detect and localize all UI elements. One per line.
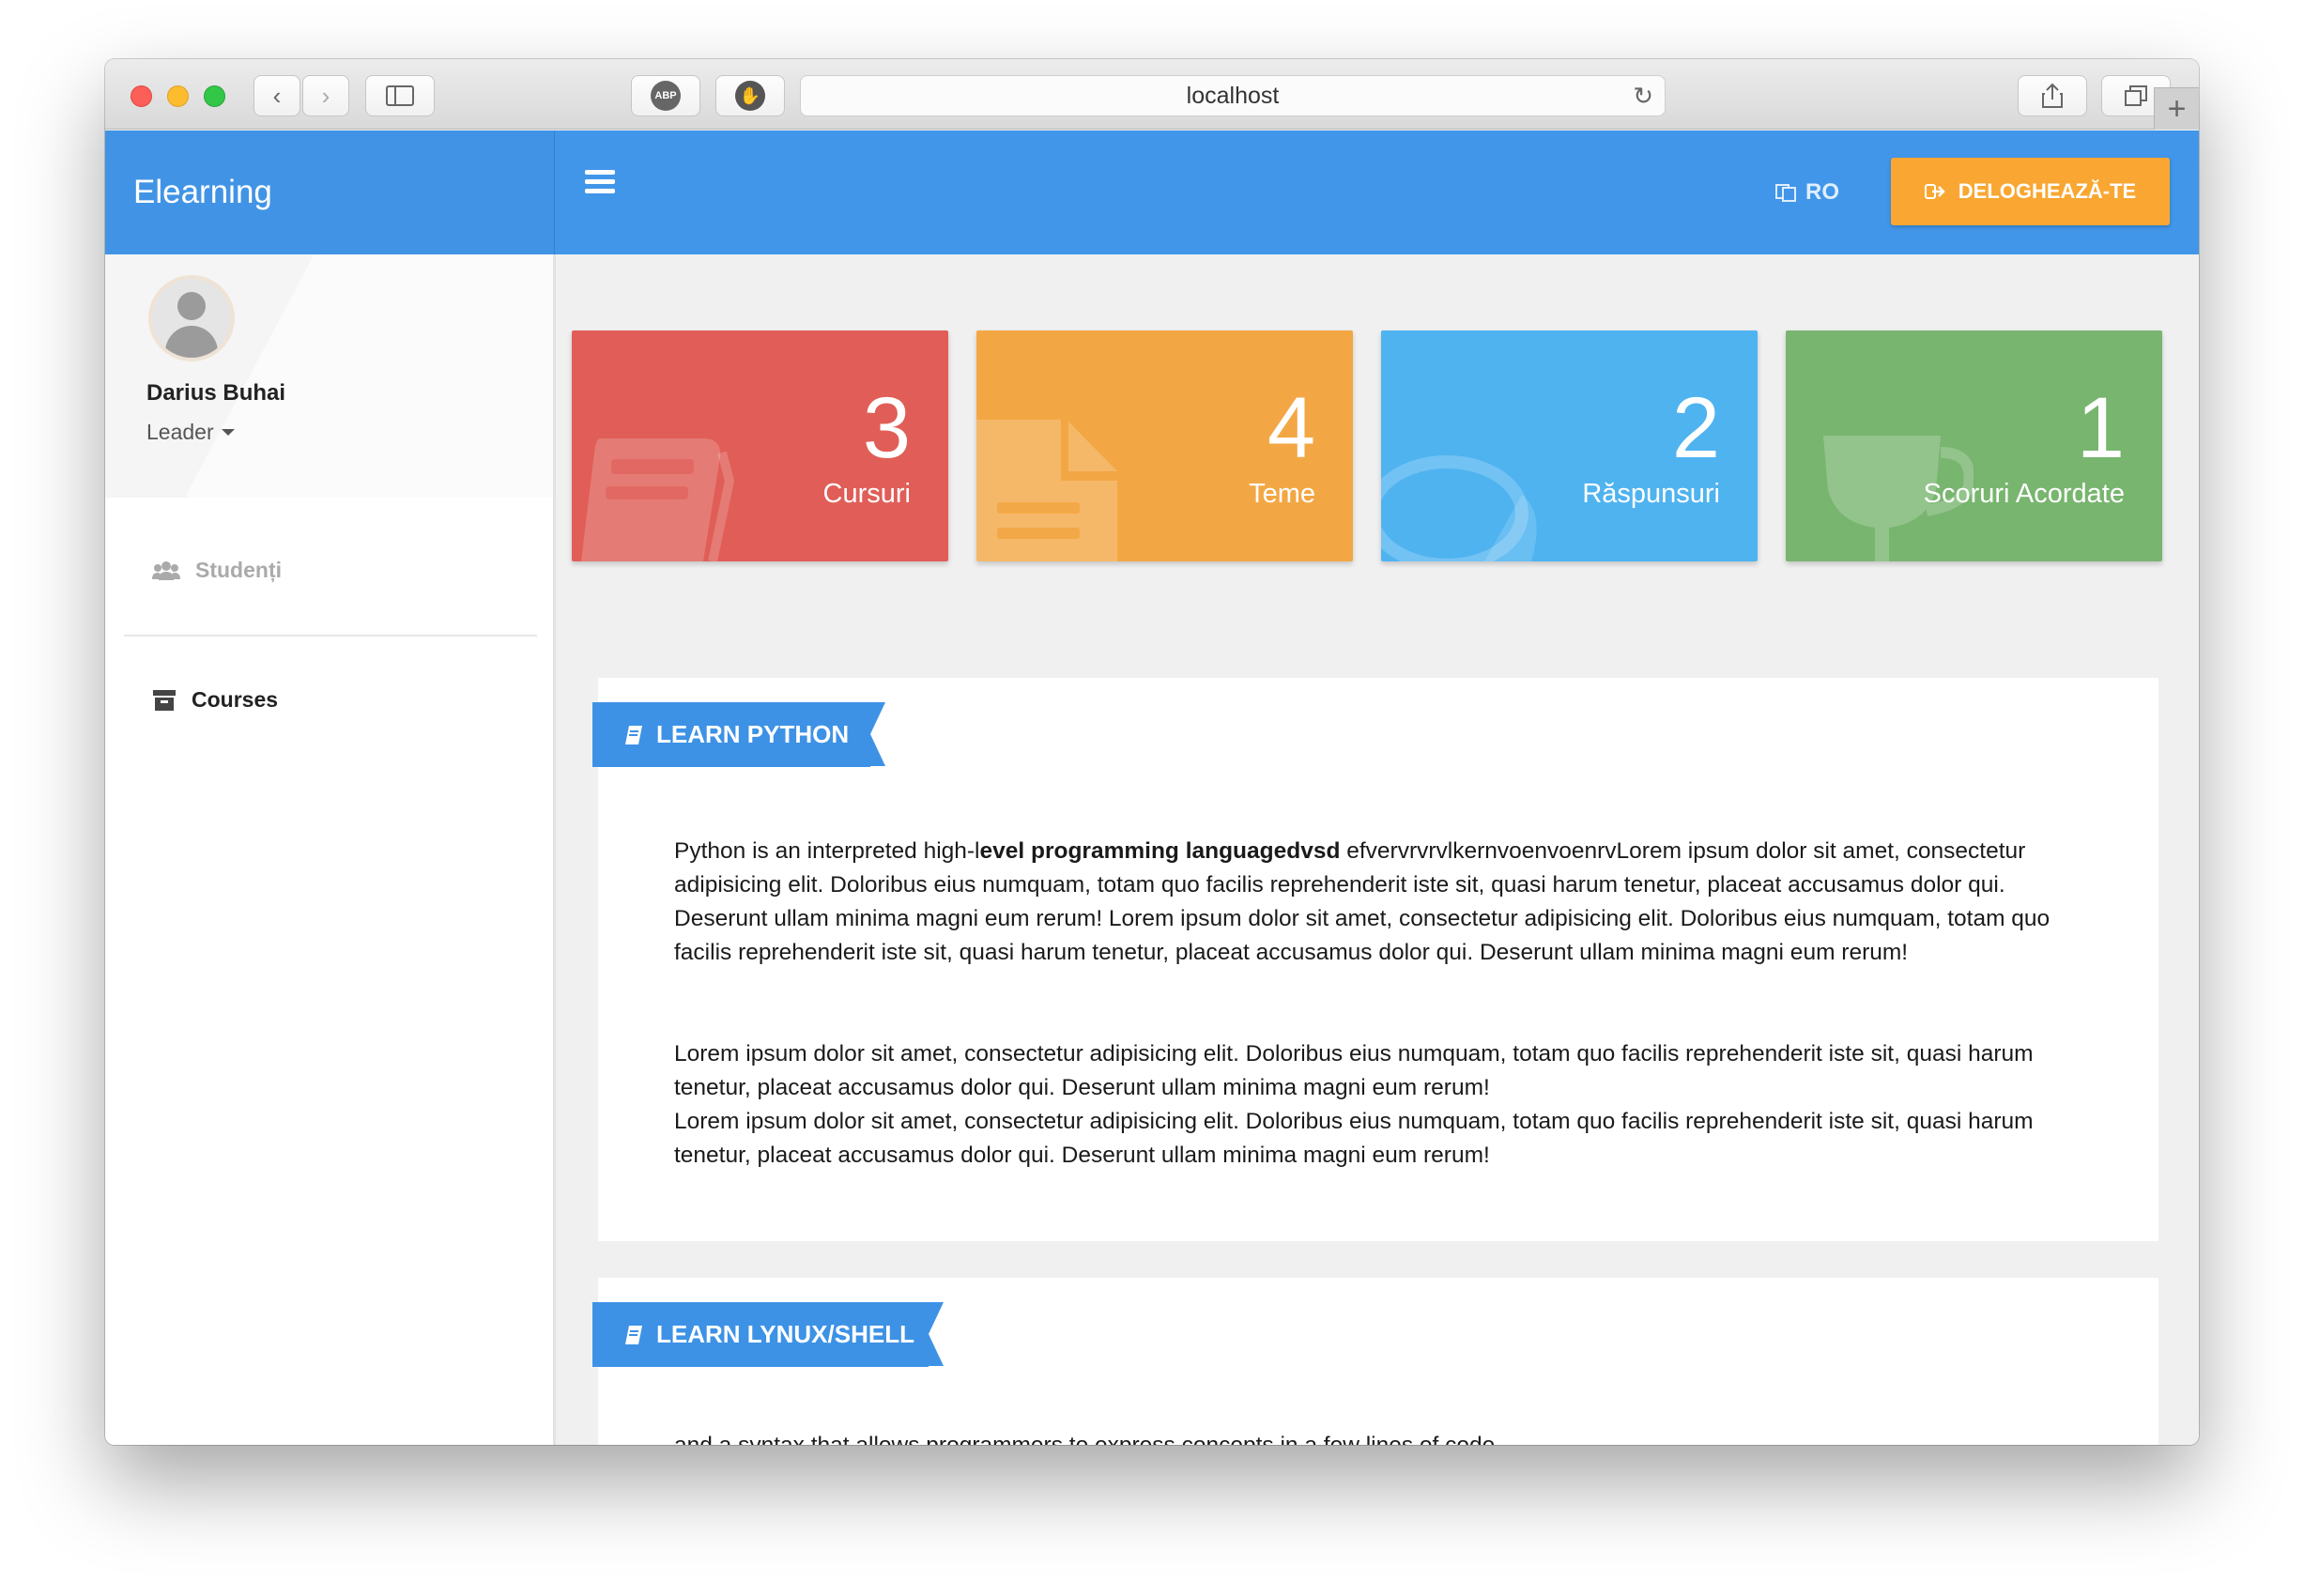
user-name: Darius Buhai [146,380,286,406]
language-label: RO [1805,179,1839,205]
menu-toggle-icon[interactable] [585,170,615,194]
stat-tile-homework[interactable]: 4 Teme [976,330,1353,561]
stat-tile-courses[interactable]: 3 Cursuri [572,330,948,561]
reload-icon[interactable]: ↻ [1633,82,1653,111]
browser-window: ‹ › ABP ✋ localhost ↻ + Elearning RO DEL… [105,59,2199,1445]
users-icon [152,560,180,580]
logout-button[interactable]: DELOGHEAZĂ-TE [1891,158,2170,225]
stat-label: Teme [1249,479,1315,509]
course-description-more: Lorem ipsum dolor sit amet, consectetur … [674,1041,2034,1168]
chevron-right-icon: › [321,81,330,110]
stat-label: Răspunsuri [1582,479,1720,509]
language-selector[interactable]: RO [1775,179,1839,206]
archive-icon [153,689,176,711]
main-content: 3 Cursuri 4 Teme 2 Răspunsuri 1 Scoruri … [556,254,2199,1445]
stat-value: 2 [1671,380,1720,476]
forward-button[interactable]: › [302,75,349,116]
file-icon [976,420,1117,561]
course-title: LEARN PYTHON [656,720,850,748]
course-title-ribbon[interactable]: LEARN PYTHON [592,702,885,767]
share-button[interactable] [2018,75,2087,116]
top-navbar: RO DELOGHEAZĂ-TE [555,130,2199,254]
avatar[interactable] [148,275,235,361]
chevron-left-icon: ‹ [272,81,282,110]
hand-extension-button[interactable]: ✋ [715,75,785,116]
caret-down-icon [221,429,235,436]
share-icon [2042,83,2063,108]
stat-value: 4 [1267,380,1315,476]
stat-value: 3 [862,380,911,476]
book-icon [625,725,642,744]
sidebar-item-label: Studenți [195,558,282,582]
close-window-button[interactable] [131,85,152,107]
sidebar-divider [124,635,537,637]
adblock-button[interactable]: ABP [631,75,700,116]
sidebar-item-courses[interactable]: Courses [152,687,278,713]
plus-icon: + [2167,90,2187,127]
minimize-window-button[interactable] [167,85,189,107]
zoom-window-button[interactable] [204,85,225,107]
book-icon [625,1325,642,1344]
profile-panel: Darius Buhai Leader [105,254,553,498]
course-title-ribbon[interactable]: LEARN LYNUX/SHELL [592,1302,944,1367]
adblock-icon: ABP [651,81,681,111]
stat-label: Cursuri [822,479,911,509]
brand-title[interactable]: Elearning [133,174,272,211]
sidebar-toggle-button[interactable] [365,75,435,116]
trophy-icon [1823,436,1974,561]
stat-value: 1 [2076,380,2125,476]
sidebar: Darius Buhai Leader Studenți Courses [105,254,556,1445]
user-role-dropdown[interactable]: Leader [146,420,235,445]
course-description: and a syntax that allows programmers to … [674,1429,2064,1445]
stat-label: Scoruri Acordate [1923,479,2125,509]
course-card: LEARN LYNUX/SHELL and a syntax that allo… [592,1278,2158,1445]
brand-bar: Elearning [105,130,555,254]
address-text: localhost [1186,82,1280,109]
sidebar-icon [386,85,414,106]
user-role: Leader [146,420,214,444]
course-description: Python is an interpreted high-level prog… [674,838,2051,965]
course-title: LEARN LYNUX/SHELL [656,1320,914,1348]
hand-icon: ✋ [735,81,765,111]
sign-out-icon [1924,184,1945,199]
back-button[interactable]: ‹ [253,75,300,116]
tabs-icon [2125,85,2147,106]
stat-tile-scores[interactable]: 1 Scoruri Acordate [1786,330,2162,561]
browser-toolbar: ‹ › ABP ✋ localhost ↻ + [105,59,2199,130]
comments-icon [1381,455,1537,561]
book-icon [581,438,735,561]
stat-tile-answers[interactable]: 2 Răspunsuri [1381,330,1758,561]
address-bar[interactable]: localhost ↻ [800,75,1666,116]
sidebar-item-label: Courses [192,687,279,712]
new-tab-button[interactable]: + [2154,87,2199,130]
sidebar-item-students[interactable]: Studenți [152,558,282,583]
logout-label: DELOGHEAZĂ-TE [1958,179,2137,203]
language-icon [1775,184,1796,202]
course-card: LEARN PYTHON Python is an interpreted hi… [592,678,2158,1241]
